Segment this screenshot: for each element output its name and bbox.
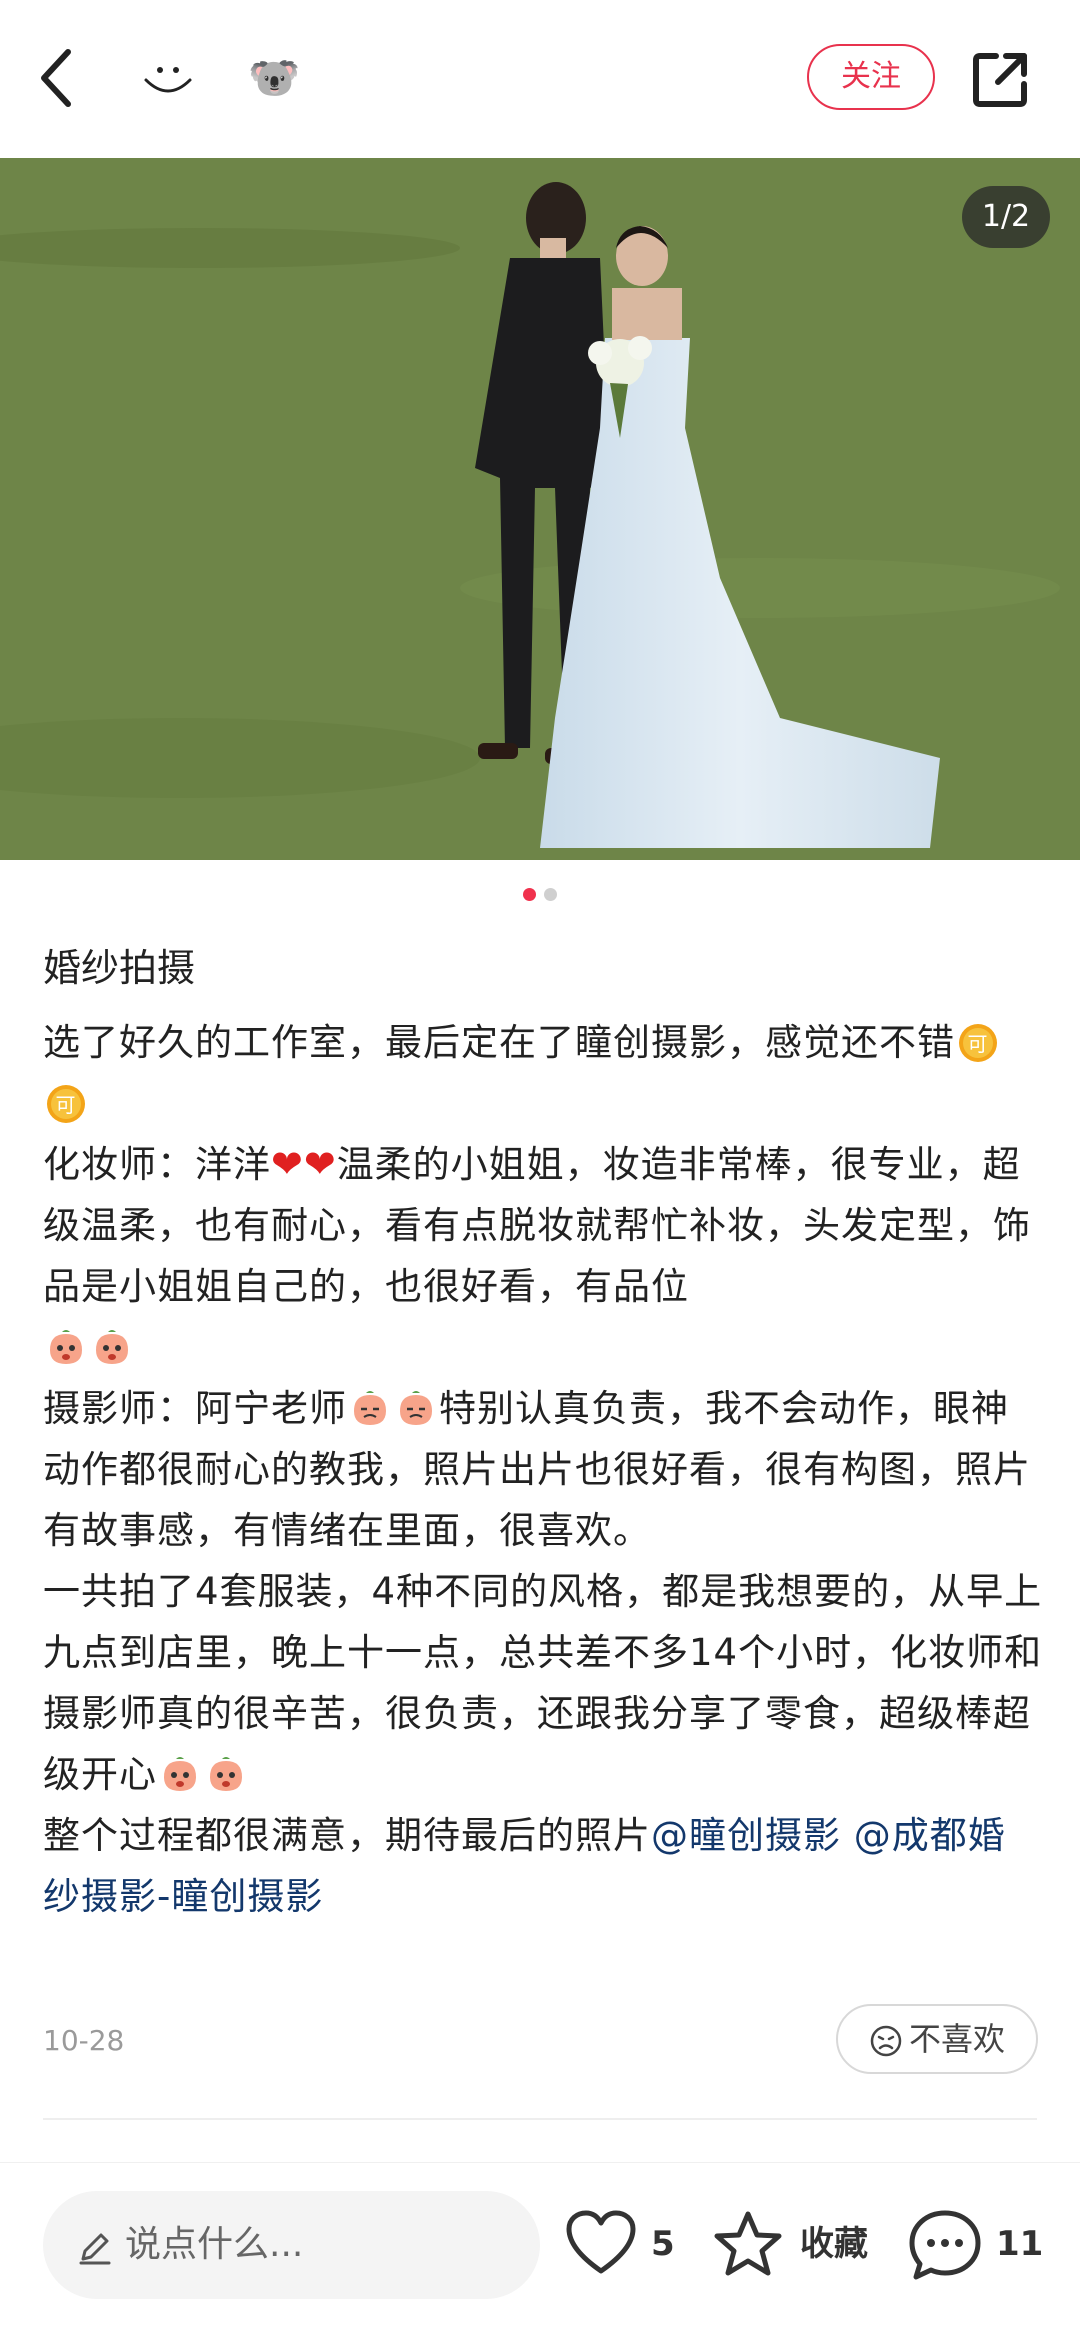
crying-peach-emoji-icon (50, 1330, 82, 1364)
dislike-button[interactable]: 不喜欢 (836, 2004, 1038, 2074)
bottom-action-bar: 说点什么... 5 收藏 11 (0, 2162, 1080, 2328)
sad-face-icon (870, 2025, 902, 2057)
like-button[interactable]: 5 (565, 2209, 675, 2279)
comment-bubble-icon (909, 2210, 981, 2280)
comment-placeholder: 说点什么... (125, 2224, 304, 2265)
pagination-dot[interactable] (544, 888, 557, 901)
collect-button[interactable]: 收藏 (712, 2209, 872, 2279)
post-text: 摄影师：阿宁老师 (43, 1387, 347, 1430)
post-paragraph: 化妆师：洋洋❤❤温柔的小姐姐，妆造非常棒，很专业，超级温柔，也有耐心，看有点脱妆… (43, 1134, 1043, 1378)
svg-text:可: 可 (56, 1093, 77, 1117)
follow-button[interactable]: 关注 (807, 44, 935, 110)
post-title: 婚纱拍摄 (43, 946, 196, 990)
comment-input[interactable]: 说点什么... (43, 2191, 540, 2299)
svg-text:可: 可 (968, 1032, 989, 1056)
crying-peach-emoji-icon (96, 1330, 128, 1364)
post-text: 化妆师：洋洋 (43, 1143, 271, 1186)
author-avatar[interactable] (138, 50, 198, 106)
ke-emoji-icon: 可 (47, 1085, 85, 1123)
heart-emoji-icon: ❤ (303, 1142, 337, 1186)
back-arrow-icon (41, 49, 71, 107)
post-paragraph: 摄影师：阿宁老师 特别认真负责，我不会动作，眼神动作都很耐心的教我，照片出片也很好… (43, 1378, 1043, 1561)
share-button[interactable] (970, 48, 1032, 110)
post-paragraph: 一共拍了4套服装，4种不同的风格，都是我想要的，从早上九点到店里，晚上十一点，总… (43, 1561, 1043, 1805)
post-text: 整个过程都很满意，期待最后的照片 (43, 1814, 651, 1857)
divider (43, 2118, 1037, 2120)
post-photo[interactable]: 1/2 (0, 158, 1080, 860)
comment-count: 11 (996, 2224, 1044, 2264)
koala-emoji-icon[interactable]: 🐨 (248, 52, 300, 104)
heart-icon (566, 2210, 636, 2274)
peach-emoji-icon (400, 1391, 432, 1425)
top-bar: 🐨 关注 (0, 0, 1080, 158)
dislike-label: 不喜欢 (908, 2020, 1005, 2058)
wedding-photo-image (0, 158, 1080, 860)
like-count: 5 (651, 2224, 675, 2264)
post-date: 10-28 (43, 2024, 125, 2057)
post-paragraph: 整个过程都很满意，期待最后的照片@瞳创摄影 @成都婚纱摄影-瞳创摄影 (43, 1805, 1043, 1927)
smile-face-icon (144, 67, 192, 93)
peach-emoji-icon (164, 1757, 196, 1791)
peach-emoji-icon (210, 1757, 242, 1791)
heart-emoji-icon: ❤ (271, 1142, 304, 1186)
collect-label: 收藏 (800, 2224, 868, 2264)
post-text: 选了好久的工作室，最后定在了瞳创摄影，感觉还不错 (43, 1021, 955, 1064)
pagination-dot-active[interactable] (523, 888, 536, 901)
peach-emoji-icon (354, 1391, 386, 1425)
mention-link[interactable]: @瞳创摄影 (651, 1814, 841, 1857)
pencil-icon (79, 2233, 111, 2265)
photo-counter: 1/2 (962, 186, 1050, 248)
star-icon (714, 2211, 782, 2276)
comment-button[interactable]: 11 (908, 2209, 1048, 2280)
ke-emoji-icon: 可 (959, 1024, 997, 1062)
post-body: 选了好久的工作室，最后定在了瞳创摄影，感觉还不错可可 化妆师：洋洋❤❤温柔的小姐… (43, 1012, 1043, 1927)
share-icon (973, 53, 1027, 107)
back-button[interactable] (30, 42, 86, 114)
photo-pagination-dots (0, 888, 1080, 904)
post-paragraph: 选了好久的工作室，最后定在了瞳创摄影，感觉还不错可可 (43, 1012, 1043, 1134)
